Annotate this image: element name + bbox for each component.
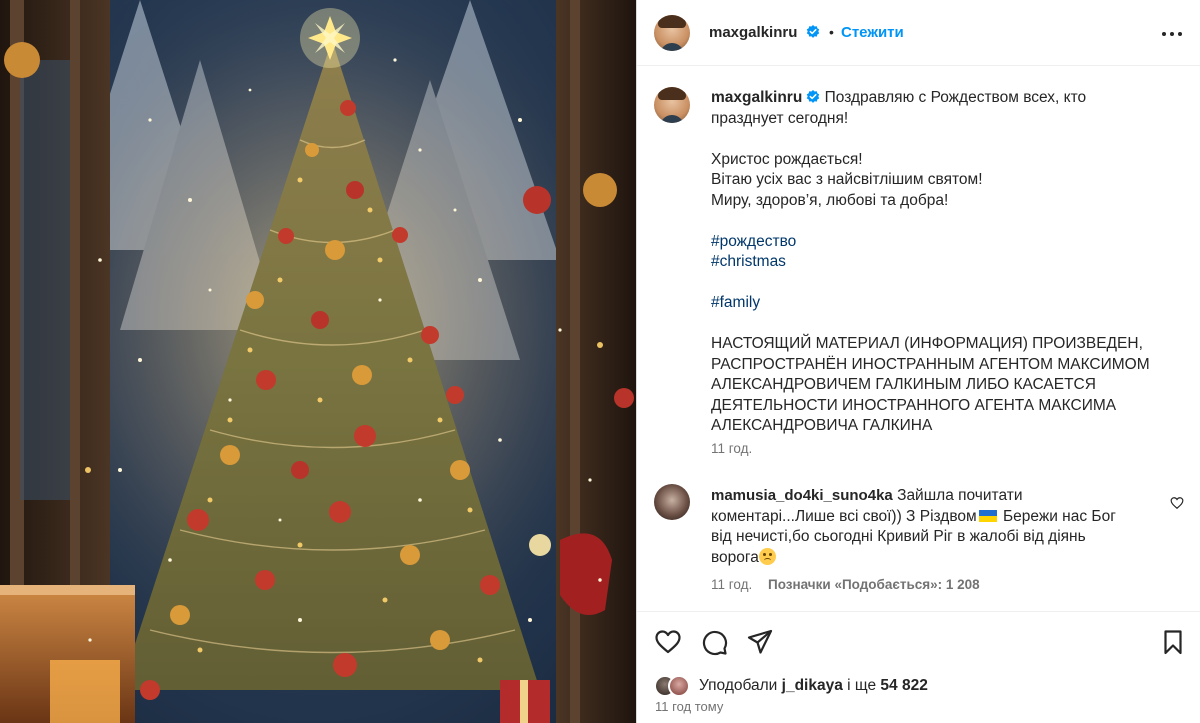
comment-body-3: Бережи нас Бог [1002, 507, 1116, 525]
liker-username[interactable]: j_dikaya [782, 677, 843, 694]
verified-badge-icon [806, 25, 820, 38]
caption-gap [711, 211, 1181, 232]
post-header: maxgalkinru • Стежити [637, 0, 1200, 66]
author-avatar[interactable] [654, 15, 690, 51]
comment-timestamp[interactable]: 11 год. [711, 577, 752, 592]
commenter-avatar[interactable] [654, 484, 690, 520]
commenter-username[interactable]: mamusia_do4ki_suno4ka [711, 487, 893, 504]
follow-button[interactable]: Стежити [841, 24, 904, 41]
caption-gap [711, 129, 1181, 150]
verified-badge-icon [807, 90, 820, 103]
author-username[interactable]: maxgalkinru [709, 24, 797, 41]
caption-author-username[interactable]: maxgalkinru [711, 89, 802, 106]
caption-line-4: Вітаю усіх вас з найсвітлішим святом! [711, 171, 983, 188]
comment-body-1: Зайшла почитати [897, 487, 1023, 504]
caption-line-3: Христос рождається! [711, 150, 863, 168]
paper-plane-icon[interactable] [746, 628, 774, 656]
likes-middle: і ще [847, 677, 877, 694]
disclaimer-line-4: ДЕЯТЕЛЬНОСТИ ИНОСТРАННОГО АГЕНТА МАКСИМА [711, 396, 1117, 414]
disclaimer-line-3: АЛЕКСАНДРОВИЧЕМ ГАЛКИНЫМ ЛИБО КАСАЕТСЯ [711, 376, 1096, 393]
post-date[interactable]: 11 год тому [655, 699, 723, 714]
comment-text: mamusia_do4ki_suno4ka Зайшла почитати ко… [711, 486, 1181, 568]
likes-count[interactable]: 54 822 [880, 677, 927, 694]
post-image[interactable] [0, 0, 636, 723]
hashtag-christmas[interactable]: #christmas [711, 252, 1181, 273]
caption-author-avatar[interactable] [654, 87, 690, 123]
comment-body-4: від нечисті,бо сьогодні Кривий Ріг в жал… [711, 528, 1086, 545]
actions-divider [637, 611, 1200, 612]
comment-like-heart-icon[interactable] [1170, 496, 1184, 510]
disclaimer-line-1: НАСТОЯЩИЙ МАТЕРИАЛ (ИНФОРМАЦИЯ) ПРОИЗВЕД… [711, 335, 1143, 352]
caption-gap [711, 273, 1181, 294]
comment-likes-count[interactable]: Позначки «Подобається»: 1 208 [768, 577, 980, 592]
hashtag-rozhdestvo[interactable]: #рождество [711, 232, 1181, 253]
liker-avatar[interactable] [668, 675, 690, 697]
post-details-panel: maxgalkinru • Стежити maxgalkinru Поздра… [637, 0, 1200, 723]
more-horizontal-icon[interactable] [1160, 24, 1184, 44]
bookmark-icon[interactable] [1159, 628, 1187, 656]
comment-body-2: коментарі...Лише всі свої)) З Різдвом [711, 507, 977, 525]
caption-line-5: Миру, здоров’я, любові та добра! [711, 191, 949, 209]
comment-meta: 11 год. Позначки «Подобається»: 1 208 [711, 577, 980, 592]
comment-icon[interactable] [700, 628, 728, 656]
likes-text: Уподобали j_dikaya і ще 54 822 [699, 677, 928, 695]
sad-face-emoji-icon [758, 547, 776, 565]
caption-text: maxgalkinru Поздравляю с Рождеством всех… [711, 88, 1181, 437]
hashtag-family[interactable]: #family [711, 293, 1181, 314]
caption-line-0: Поздравляю с Рождеством всех, кто [824, 89, 1087, 106]
caption-line-1: празднует сегодня! [711, 109, 849, 127]
disclaimer-line-2: РАСПРОСТРАНЁН ИНОСТРАННЫМ АГЕНТОМ МАКСИМ… [711, 355, 1150, 373]
caption-gap [711, 314, 1181, 335]
heart-icon[interactable] [654, 628, 682, 656]
caption-timestamp[interactable]: 11 год. [711, 441, 752, 456]
likes-prefix: Уподобали [699, 677, 778, 694]
comment-body-5: ворога [711, 548, 759, 566]
christmas-tree-illustration [0, 0, 636, 723]
disclaimer-line-5: АЛЕКСАНДРОВИЧА ГАЛКИНА [711, 417, 933, 434]
ukraine-flag-icon [978, 509, 997, 522]
separator-dot: • [829, 24, 834, 40]
